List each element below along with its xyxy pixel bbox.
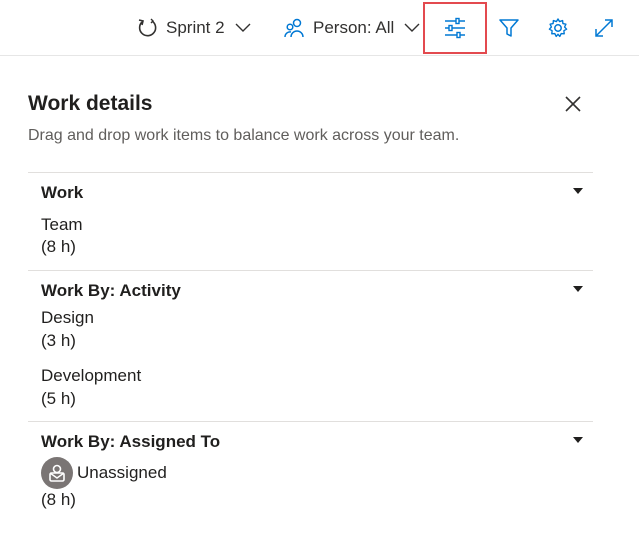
sprint-icon xyxy=(138,18,157,37)
row-value: (8 h) xyxy=(41,490,76,509)
row-value: (5 h) xyxy=(41,389,76,408)
sprint-label: Sprint 2 xyxy=(166,18,225,37)
panel-description: Drag and drop work items to balance work… xyxy=(28,127,460,144)
sliders-icon xyxy=(445,17,465,39)
section-title: Work xyxy=(41,183,84,202)
work-details-button[interactable] xyxy=(423,2,487,54)
section-title: Work By: Assigned To xyxy=(41,432,221,451)
panel-title: Work details xyxy=(28,92,153,115)
expand-button[interactable] xyxy=(593,0,615,56)
row-label: Development xyxy=(41,366,142,385)
row-value: (8 h) xyxy=(41,237,76,256)
close-button[interactable] xyxy=(562,93,584,115)
people-icon xyxy=(284,18,304,38)
close-icon xyxy=(565,96,581,112)
row-label: Team xyxy=(41,215,83,234)
person-filter[interactable]: Person: All xyxy=(283,0,420,56)
row-label: Unassigned xyxy=(77,463,167,482)
chevron-down-icon xyxy=(404,23,420,32)
caret-down-icon[interactable] xyxy=(573,188,583,194)
unassigned-avatar-icon xyxy=(49,464,65,482)
settings-button[interactable] xyxy=(545,0,571,56)
sprint-picker[interactable]: Sprint 2 xyxy=(136,0,251,56)
section-title: Work By: Activity xyxy=(41,281,181,300)
top-toolbar: Sprint 2 Person: All xyxy=(0,0,639,56)
filter-button[interactable] xyxy=(496,0,522,56)
section-work: Work Team (8 h) xyxy=(28,172,593,270)
unassigned-avatar xyxy=(41,457,73,489)
person-label: Person: All xyxy=(313,18,395,37)
gear-icon xyxy=(548,18,568,38)
section-work-by-activity: Work By: Activity Design (3 h) Developme… xyxy=(28,270,593,421)
caret-down-icon[interactable] xyxy=(573,437,583,443)
row-label: Design xyxy=(41,308,94,327)
row-value: (3 h) xyxy=(41,331,76,350)
chevron-down-icon xyxy=(235,23,251,32)
filter-icon xyxy=(499,19,519,37)
caret-down-icon[interactable] xyxy=(573,286,583,292)
section-work-by-assigned-to: Work By: Assigned To Unassigned (8 h) xyxy=(28,421,593,531)
expand-icon xyxy=(595,19,613,37)
